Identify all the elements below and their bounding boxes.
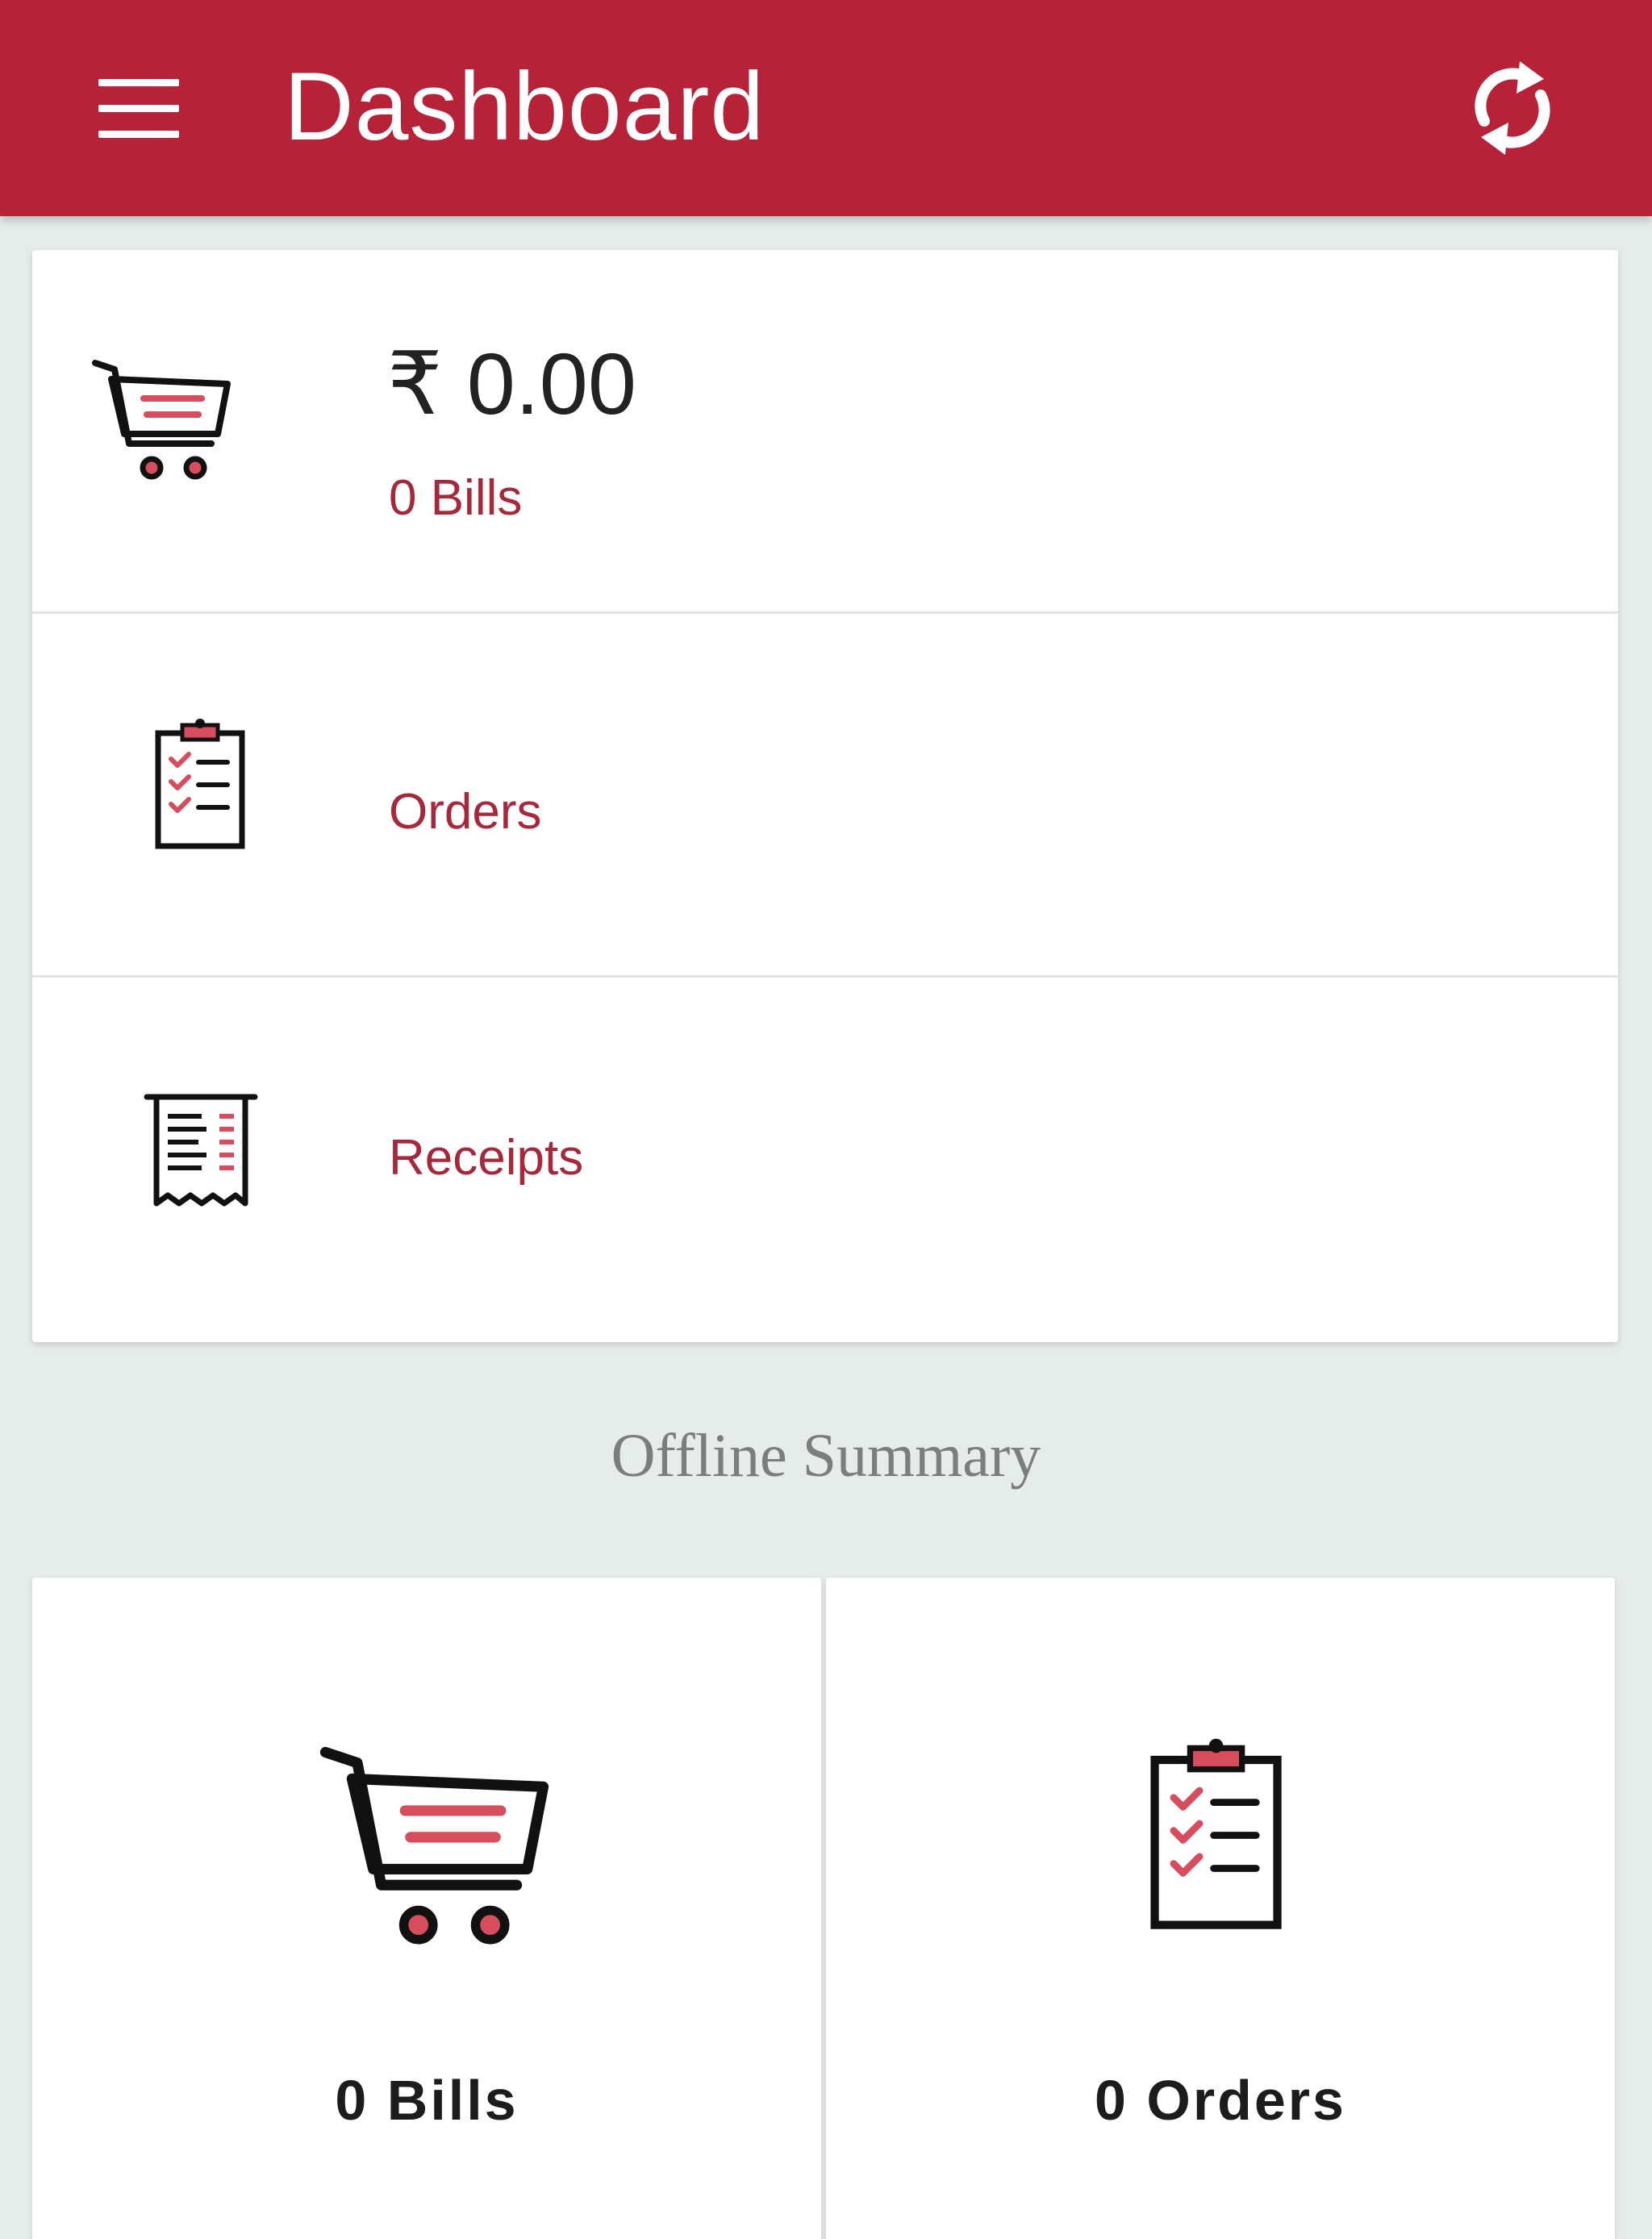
bills-count: 0 Bills — [389, 470, 523, 526]
offline-orders-label: 0 Orders — [1095, 2069, 1346, 2132]
shopping-cart-icon — [92, 360, 231, 480]
orders-label: Orders — [389, 784, 542, 840]
clipboard-checklist-icon — [155, 719, 245, 849]
summary-card: ₹ 0.00 0 Bills Orders Receipts — [32, 250, 1618, 1342]
refresh-icon — [1475, 61, 1550, 155]
sales-amount: ₹ 0.00 — [387, 335, 636, 432]
receipts-row[interactable]: Receipts — [32, 978, 1618, 1342]
receipt-icon — [144, 1094, 258, 1207]
offline-orders-tile[interactable]: 0 Orders — [826, 1578, 1615, 2239]
offline-bills-tile[interactable]: 0 Bills — [32, 1578, 821, 2239]
orders-row[interactable]: Orders — [32, 614, 1618, 975]
offline-summary-heading: Offline Summary — [611, 1422, 1041, 1490]
sales-row[interactable]: ₹ 0.00 0 Bills — [32, 250, 1618, 611]
page-title: Dashboard — [284, 52, 766, 161]
clipboard-checklist-icon — [1150, 1738, 1282, 1929]
app-bar: Dashboard — [0, 0, 1652, 216]
shopping-cart-icon — [319, 1746, 549, 1945]
menu-button[interactable] — [77, 65, 190, 153]
receipts-label: Receipts — [389, 1130, 584, 1186]
refresh-button[interactable] — [1460, 52, 1565, 165]
offline-bills-label: 0 Bills — [335, 2069, 519, 2132]
